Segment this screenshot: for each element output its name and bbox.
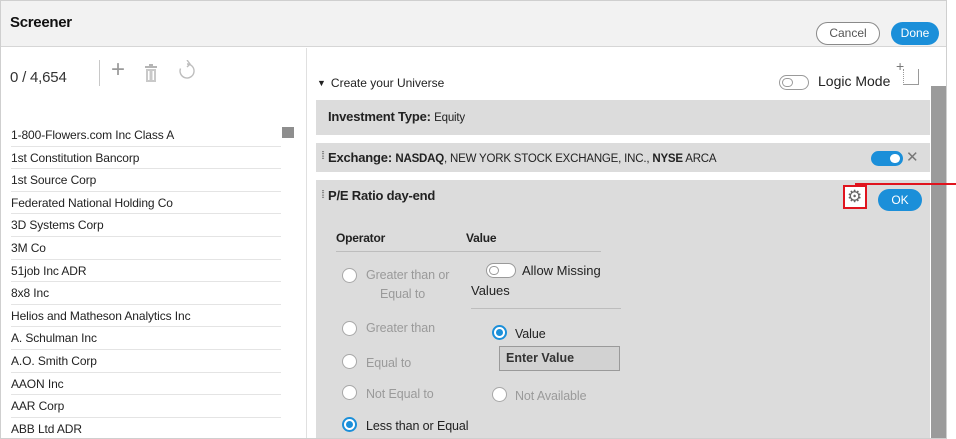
list-item[interactable]: A. Schulman Inc [11, 327, 281, 350]
exchange-value-nasdaq: NASDAQ [395, 153, 445, 165]
trash-icon[interactable] [144, 64, 158, 82]
investment-type-text: Investment Type: Equity [328, 109, 465, 124]
list-item[interactable]: 8x8 Inc [11, 282, 281, 305]
list-item[interactable]: 1st Source Corp [11, 169, 281, 192]
cancel-button[interactable]: Cancel [816, 22, 880, 45]
logic-mode-toggle[interactable] [779, 75, 809, 90]
list-item[interactable]: 3D Systems Corp [11, 214, 281, 237]
exchange-toggle[interactable] [871, 151, 903, 166]
list-item[interactable]: 1st Constitution Bancorp [11, 147, 281, 170]
operator-label-gte-2: Equal to [380, 287, 426, 301]
operator-radio-gte[interactable] [342, 268, 357, 283]
refresh-icon[interactable] [177, 60, 197, 82]
toggle-knob [890, 154, 900, 163]
operator-radio-gt[interactable] [342, 321, 357, 336]
list-scrollbar[interactable] [282, 127, 294, 138]
value-option-label: Value [515, 327, 546, 341]
allow-missing-label-1: Allow Missing [522, 263, 601, 278]
exchange-row[interactable]: ⁞⁞ Exchange: NASDAQ, NEW YORK STOCK EXCH… [316, 143, 930, 172]
universe-toggle[interactable]: ▼ Create your Universe [317, 76, 444, 90]
list-item[interactable]: 3M Co [11, 237, 281, 260]
operator-label-gt: Greater than [366, 321, 435, 335]
operator-radio-neq[interactable] [342, 385, 357, 400]
header-divider [336, 251, 601, 252]
list-item[interactable]: AAR Corp [11, 395, 281, 418]
universe-label: Create your Universe [330, 76, 445, 90]
operator-radio-eq[interactable] [342, 354, 357, 369]
list-item[interactable]: 51job Inc ADR [11, 260, 281, 283]
list-item[interactable]: AAON Inc [11, 373, 281, 396]
operator-label-eq: Equal to [366, 356, 412, 370]
list-item[interactable]: ABB Ltd ADR [11, 418, 281, 438]
caret-down-icon: ▼ [317, 78, 326, 88]
value-divider [471, 308, 621, 309]
logic-mode-label: Logic Mode [818, 73, 891, 89]
operator-label-lte: Less than or Equal [366, 419, 469, 433]
list-item[interactable]: A.O. Smith Corp [11, 350, 281, 373]
operator-label-neq: Not Equal to [366, 387, 434, 401]
exchange-value-nyse: NYSE [652, 153, 683, 165]
allow-missing-label-2: Values [471, 283, 510, 298]
list-item[interactable]: 1-800-Flowers.com Inc Class A [11, 124, 281, 147]
not-available-radio[interactable] [492, 387, 507, 402]
list-item[interactable]: Helios and Matheson Analytics Inc [11, 305, 281, 328]
header-bar: Screener Cancel Done [1, 1, 946, 47]
criteria-panel: ▼ Create your Universe Logic Mode Investm… [307, 48, 946, 438]
plus-icon[interactable]: + [111, 58, 125, 82]
settings-gear-highlight[interactable]: ⚙ [843, 185, 867, 209]
done-button[interactable]: Done [891, 22, 939, 45]
close-icon[interactable]: ✕ [906, 148, 919, 166]
criteria-scrollbar[interactable] [931, 86, 946, 438]
enter-value-input[interactable]: Enter Value [499, 346, 620, 371]
company-list-panel: 0 / 4,654 + 1-800-Flowers.com Inc Class … [1, 48, 307, 438]
window-title: Screener [10, 14, 72, 31]
allow-missing-toggle[interactable] [486, 263, 516, 278]
callout-line [855, 183, 956, 185]
operator-label-gte-1: Greater than or [366, 268, 450, 282]
list-item[interactable]: Federated National Holding Co [11, 192, 281, 215]
not-available-label: Not Available [515, 389, 587, 403]
gear-icon[interactable]: ⚙ [847, 188, 862, 206]
investment-type-value: Equity [434, 112, 465, 124]
exchange-value-arca: ARCA [682, 153, 717, 165]
drag-handle-icon[interactable]: ⁞⁞ [321, 189, 325, 201]
operator-header: Operator [336, 231, 386, 245]
screener-window: Screener Cancel Done 0 / 4,654 + 1-800-F… [0, 0, 947, 439]
pe-ratio-title: P/E Ratio day-end [328, 188, 436, 203]
drag-handle-icon[interactable]: ⁞⁞ [321, 150, 325, 162]
ok-button[interactable]: OK [878, 189, 922, 211]
investment-type-row[interactable]: Investment Type: Equity [316, 100, 930, 135]
selection-count: 0 / 4,654 [10, 69, 67, 86]
pe-ratio-row: ⁞⁞ P/E Ratio day-end ⚙ OK Operator Value… [316, 180, 930, 438]
toggle-knob [489, 266, 499, 275]
exchange-text: Exchange: NASDAQ, NEW YORK STOCK EXCHANG… [328, 150, 717, 165]
value-header: Value [466, 231, 497, 245]
exchange-value-nyse-inc: , NEW YORK STOCK EXCHANGE, INC., [444, 153, 653, 165]
exchange-label: Exchange: [328, 150, 392, 165]
toggle-knob [782, 78, 793, 87]
investment-type-label: Investment Type: [328, 109, 431, 124]
toolbar-divider [99, 60, 100, 86]
operator-radio-lte[interactable] [342, 417, 357, 432]
value-radio[interactable] [492, 325, 507, 340]
add-criteria-icon[interactable] [896, 58, 919, 85]
company-list: 1-800-Flowers.com Inc Class A 1st Consti… [11, 124, 281, 438]
